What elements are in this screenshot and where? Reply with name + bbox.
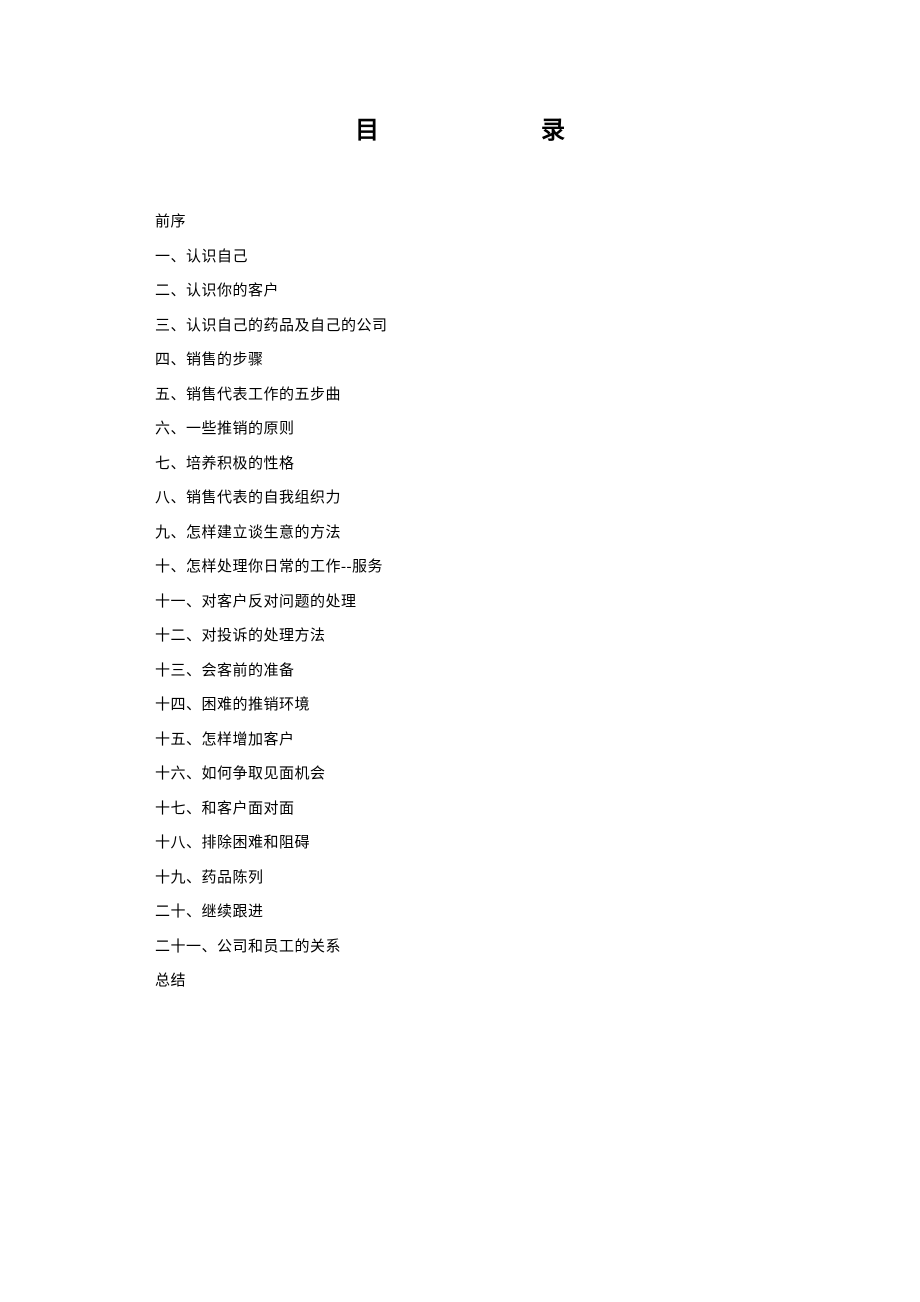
toc-entry: 十五、怎样增加客户 (155, 723, 765, 758)
title-char-2: 录 (541, 110, 565, 145)
toc-entry: 八、销售代表的自我组织力 (155, 481, 765, 516)
toc-entry: 十四、困难的推销环境 (155, 688, 765, 723)
toc-entry: 十、怎样处理你日常的工作--服务 (155, 550, 765, 585)
toc-entry: 一、认识自己 (155, 240, 765, 275)
toc-entry: 二、认识你的客户 (155, 274, 765, 309)
toc-entry: 二十一、公司和员工的关系 (155, 930, 765, 965)
title-char-1: 目 (355, 110, 379, 145)
toc-entry: 前序 (155, 205, 765, 240)
toc-entry: 六、一些推销的原则 (155, 412, 765, 447)
toc-entry: 总结 (155, 964, 765, 999)
table-of-contents: 前序 一、认识自己 二、认识你的客户 三、认识自己的药品及自己的公司 四、销售的… (155, 205, 765, 999)
toc-entry: 十七、和客户面对面 (155, 792, 765, 827)
page-title: 目 录 (355, 110, 565, 145)
toc-entry: 十三、会客前的准备 (155, 654, 765, 689)
toc-entry: 十六、如何争取见面机会 (155, 757, 765, 792)
toc-entry: 十八、排除困难和阻碍 (155, 826, 765, 861)
toc-entry: 四、销售的步骤 (155, 343, 765, 378)
toc-entry: 十一、对客户反对问题的处理 (155, 585, 765, 620)
toc-entry: 五、销售代表工作的五步曲 (155, 378, 765, 413)
toc-entry: 二十、继续跟进 (155, 895, 765, 930)
toc-entry: 九、怎样建立谈生意的方法 (155, 516, 765, 551)
toc-entry: 十二、对投诉的处理方法 (155, 619, 765, 654)
toc-entry: 三、认识自己的药品及自己的公司 (155, 309, 765, 344)
toc-entry: 七、培养积极的性格 (155, 447, 765, 482)
toc-entry: 十九、药品陈列 (155, 861, 765, 896)
